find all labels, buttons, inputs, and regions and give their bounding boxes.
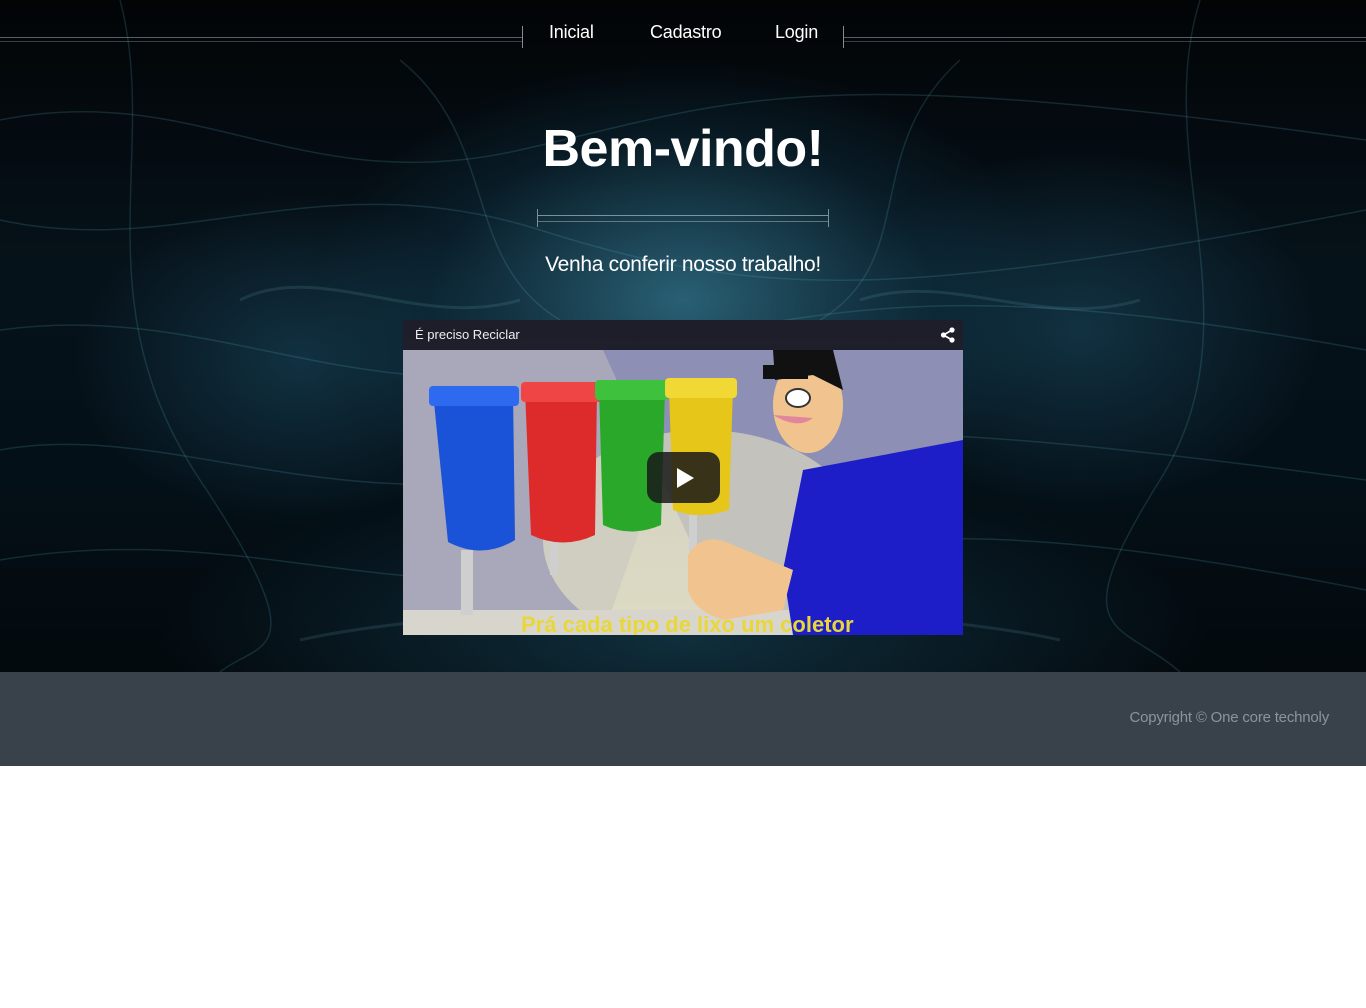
play-button[interactable] (647, 452, 720, 503)
video-title-bar: É preciso Reciclar (403, 320, 963, 350)
share-icon[interactable] (939, 326, 957, 344)
video-caption-text: Prá cada tipo de lixo um coletor (521, 612, 854, 635)
footer: Copyright © One core technoly (0, 672, 1366, 766)
video-caption: Prá cada tipo de lixo um coletor (503, 612, 963, 635)
hero-subtitle: Venha conferir nosso trabalho! (545, 253, 821, 276)
video-player[interactable]: É preciso Reciclar Prá cada tipo de lixo… (403, 320, 963, 635)
video-title[interactable]: É preciso Reciclar (415, 327, 520, 342)
copyright-text: Copyright © One core technoly (1129, 709, 1329, 726)
nav-link-inicial[interactable]: Inicial (549, 22, 594, 43)
hero-section: Inicial Cadastro Login Bem-vindo! Venha … (0, 0, 1366, 672)
title-divider (537, 209, 829, 227)
nav-rule-left (0, 37, 522, 42)
nav-rule-right (844, 37, 1366, 42)
page-title: Bem-vindo! (542, 120, 825, 178)
red-bin (521, 382, 603, 543)
nav-link-login[interactable]: Login (775, 22, 818, 43)
main-nav: Inicial Cadastro Login (522, 22, 844, 48)
nav-link-cadastro[interactable]: Cadastro (650, 22, 722, 43)
